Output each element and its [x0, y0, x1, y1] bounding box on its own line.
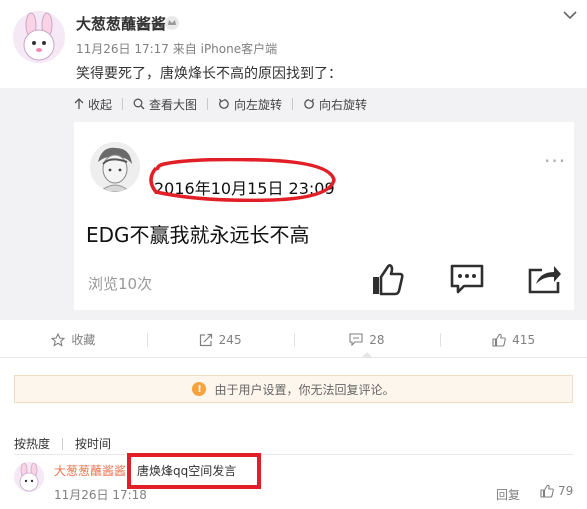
comment-like-button[interactable]: 79: [540, 484, 573, 498]
repost-button[interactable]: 245: [146, 322, 294, 357]
comment-sort-bar: 按热度 按时间: [14, 435, 111, 452]
post-action-bar: 收藏 245 28 415: [0, 322, 587, 358]
thumbs-up-icon: [373, 264, 404, 296]
sort-divider: [62, 437, 64, 450]
search-icon: [133, 98, 145, 110]
qzone-avatar: [90, 142, 140, 192]
comment-reply-button[interactable]: 回复: [496, 486, 520, 503]
collapse-label: 收起: [88, 97, 113, 112]
more-dots-icon: ···: [544, 149, 567, 173]
comment-author[interactable]: 大葱葱蘸酱酱: [54, 462, 126, 479]
red-rectangle-annotation: [127, 453, 261, 489]
rotate-right-icon: [304, 98, 315, 109]
post-time[interactable]: 11月26日 17:17: [76, 42, 169, 56]
rotate-left-icon: [219, 98, 229, 109]
favorite-label: 收藏: [71, 333, 96, 347]
post-image[interactable]: ··· 2016年10月15日 23:09 EDG不赢我就永远长不高 浏览10次: [74, 122, 574, 310]
qzone-post-text: EDG不赢我就永远长不高: [86, 223, 310, 247]
comment-like-count: 79: [558, 484, 574, 498]
post-source-prefix: 来自: [172, 42, 197, 56]
chevron-down-icon[interactable]: [563, 10, 577, 20]
comment-count: 28: [369, 332, 385, 347]
sort-by-time-tab[interactable]: 按时间: [75, 435, 111, 452]
collapse-icon: [74, 98, 84, 109]
qzone-view-count: 浏览10次: [88, 275, 153, 293]
view-large-label: 查看大图: [149, 97, 198, 112]
rotate-left-button[interactable]: 向左旋转: [218, 96, 282, 113]
like-button[interactable]: 415: [440, 322, 587, 357]
comment-bubble-icon: [450, 264, 484, 294]
warning-icon: !: [192, 382, 207, 396]
comment-avatar[interactable]: [14, 462, 44, 492]
author-name[interactable]: 大葱葱蘸酱酱: [76, 13, 166, 34]
media-box: 收起 查看大图 向左旋转 向右旋转 ··· 2016年10月15日 23:09 …: [0, 88, 587, 320]
repost-count: 245: [218, 332, 242, 347]
repost-icon: [199, 333, 212, 346]
rotate-right-button[interactable]: 向右旋转: [303, 96, 367, 113]
author-avatar[interactable]: [13, 11, 65, 63]
toolbar-divider: [122, 98, 124, 110]
star-icon: [51, 332, 66, 347]
comment-divider: [14, 454, 573, 455]
rotate-left-label: 向左旋转: [234, 97, 283, 112]
toolbar-divider: [207, 98, 209, 110]
favorite-button[interactable]: 收藏: [0, 322, 147, 357]
sort-by-hot-tab[interactable]: 按热度: [14, 435, 50, 452]
post-source[interactable]: iPhone客户端: [201, 42, 278, 56]
thumbs-up-icon: [492, 333, 506, 347]
like-count: 415: [512, 332, 536, 347]
share-arrow-icon: [528, 266, 561, 294]
thumbs-up-icon: [540, 484, 554, 498]
toolbar-divider: [292, 98, 294, 110]
red-ellipse-annotation: [149, 158, 336, 202]
comment-area: ! 由于用户设置，你无法回复评论。 按热度 按时间 大葱葱蘸酱酱 唐焕烽qq空间…: [0, 358, 587, 509]
view-large-button[interactable]: 查看大图: [133, 96, 197, 113]
rotate-right-label: 向右旋转: [319, 97, 368, 112]
reply-disabled-notice: ! 由于用户设置，你无法回复评论。: [14, 375, 573, 403]
crown-icon[interactable]: [164, 15, 180, 31]
post-meta: 11月26日 17:17 来自 iPhone客户端: [76, 40, 277, 57]
notice-text: 由于用户设置，你无法回复评论。: [214, 382, 395, 397]
collapse-button[interactable]: 收起: [74, 96, 112, 113]
comment-icon: [349, 333, 363, 346]
comment-time: 11月26日 17:18: [54, 488, 147, 502]
post-text: 笑得要死了，唐焕烽长不高的原因找到了：: [76, 66, 342, 82]
comment-button[interactable]: 28: [293, 322, 441, 358]
media-toolbar: 收起 查看大图 向左旋转 向右旋转: [74, 95, 377, 113]
